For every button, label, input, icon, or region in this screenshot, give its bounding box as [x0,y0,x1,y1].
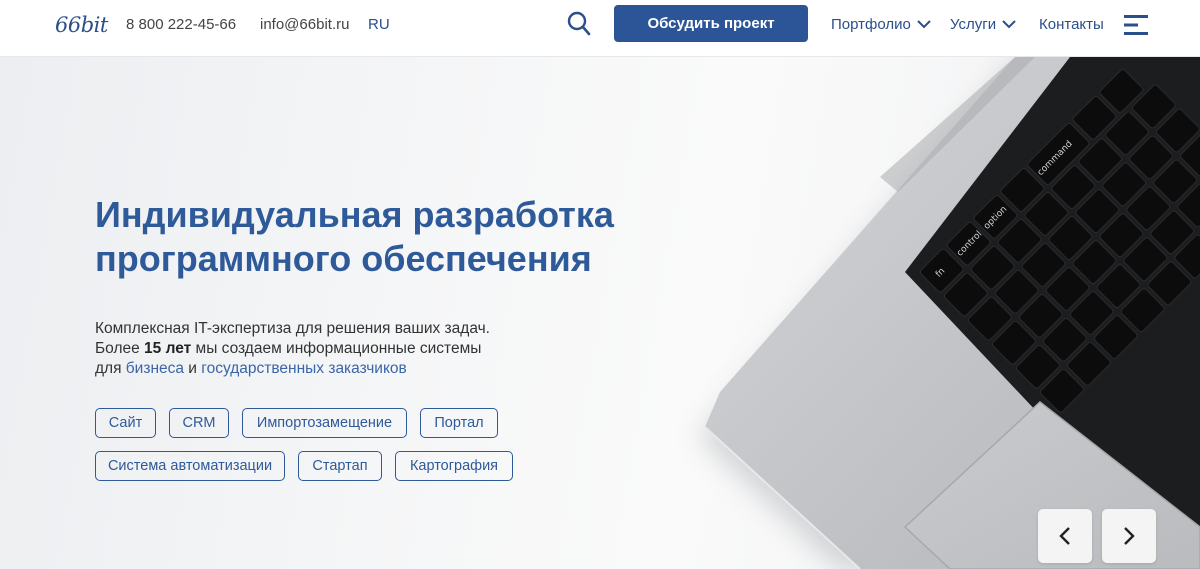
nav-contacts[interactable]: Контакты [1039,16,1104,33]
hero-section: fn control option command Индивидуальная… [0,57,1200,569]
tag-crm[interactable]: CRM [169,408,229,438]
hero-title-line2: программного обеспечения [95,238,592,279]
text-fragment: мы создаем информационные системы [191,340,482,357]
menu-button[interactable] [1124,14,1150,36]
hero-text-line2: Более 15 лет мы создаем информационные с… [95,339,555,359]
tag-site[interactable]: Сайт [95,408,156,438]
business-link[interactable]: бизнеса [126,360,184,377]
chevron-down-icon [1002,20,1016,29]
logo[interactable]: 66bit [55,13,108,37]
language-switcher[interactable]: RU [368,16,390,33]
hero-description: Комплексная IT-экспертиза для решения ва… [95,319,555,379]
email-link[interactable]: info@66bit.ru [260,16,349,33]
years-count: 15 лет [144,340,192,357]
laptop-image: fn control option command [700,57,1200,569]
nav-services[interactable]: Услуги [950,16,1016,33]
nav-contacts-label: Контакты [1039,16,1104,33]
tag-import-substitution[interactable]: Импортозамещение [242,408,407,438]
tag-automation-system[interactable]: Система автоматизации [95,451,285,481]
tag-startup[interactable]: Стартап [298,451,382,481]
chevron-right-icon [1124,527,1135,545]
chevron-down-icon [917,20,931,29]
hero-text-line3: для бизнеса и государственных заказчиков [95,359,555,379]
tag-portal[interactable]: Портал [420,408,498,438]
slider-prev-button[interactable] [1038,509,1092,563]
government-link[interactable]: государственных заказчиков [201,360,406,377]
hero-title-line1: Индивидуальная разработка [95,194,614,235]
chevron-left-icon [1059,527,1070,545]
nav-portfolio[interactable]: Портфолио [831,16,931,33]
nav-services-label: Услуги [950,16,997,33]
tag-cartography[interactable]: Картография [395,451,513,481]
text-fragment: Более [95,340,145,357]
search-icon [567,11,591,36]
phone-link[interactable]: 8 800 222-45-66 [126,16,236,33]
hero-title: Индивидуальная разработка программного о… [95,193,715,281]
site-header: 66bit 8 800 222-45-66 info@66bit.ru RU О… [0,0,1200,57]
text-fragment: для [95,360,126,377]
menu-icon [1124,15,1148,35]
text-fragment: и [184,360,202,377]
slider-next-button[interactable] [1102,509,1156,563]
discuss-project-button[interactable]: Обсудить проект [614,5,808,42]
nav-portfolio-label: Портфолио [831,16,911,33]
search-button[interactable] [566,10,592,38]
hero-text-line1: Комплексная IT-экспертиза для решения ва… [95,320,490,337]
